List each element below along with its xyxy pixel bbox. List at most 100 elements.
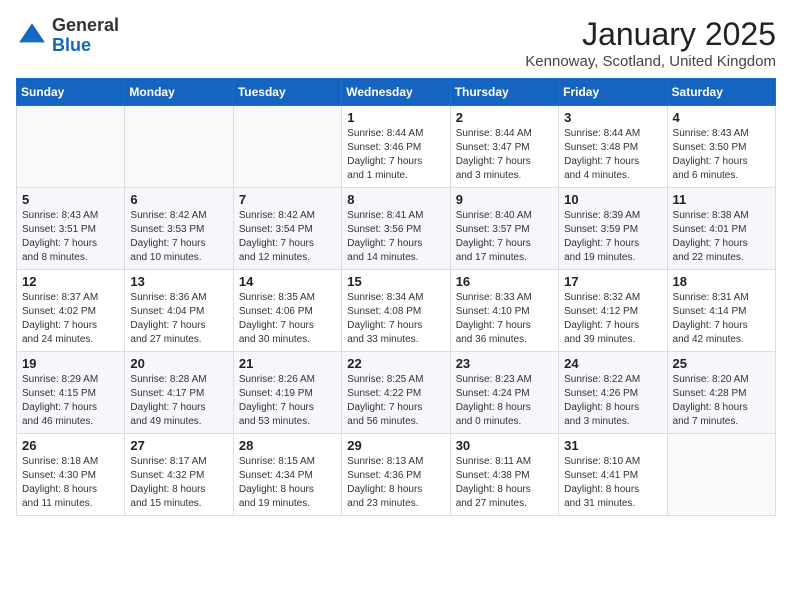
column-header-thursday: Thursday [450, 79, 558, 106]
column-header-sunday: Sunday [17, 79, 125, 106]
calendar-day-11: 11 Sunrise: 8:38 AM Sunset: 4:01 PM Dayli… [667, 188, 775, 270]
title-block: January 2025 Kennoway, Scotland, United … [525, 16, 776, 70]
day-number: 18 [673, 274, 770, 289]
day-number: 23 [456, 356, 553, 371]
day-info: Sunrise: 8:15 AM Sunset: 4:34 PM Dayligh… [239, 455, 336, 511]
day-info: Sunrise: 8:28 AM Sunset: 4:17 PM Dayligh… [130, 373, 227, 429]
day-number: 17 [564, 274, 661, 289]
calendar-week-row: 12 Sunrise: 8:37 AM Sunset: 4:02 PM Dayli… [17, 270, 776, 352]
calendar-day-28: 28 Sunrise: 8:15 AM Sunset: 4:34 PM Dayli… [233, 434, 341, 516]
day-number: 15 [347, 274, 444, 289]
logo-general-text: General [52, 15, 119, 35]
day-info: Sunrise: 8:10 AM Sunset: 4:41 PM Dayligh… [564, 455, 661, 511]
day-info: Sunrise: 8:25 AM Sunset: 4:22 PM Dayligh… [347, 373, 444, 429]
logo-blue-text: Blue [52, 35, 91, 55]
column-header-monday: Monday [125, 79, 233, 106]
calendar-day-27: 27 Sunrise: 8:17 AM Sunset: 4:32 PM Dayli… [125, 434, 233, 516]
calendar-week-row: 5 Sunrise: 8:43 AM Sunset: 3:51 PM Daylig… [17, 188, 776, 270]
calendar-day-3: 3 Sunrise: 8:44 AM Sunset: 3:48 PM Daylig… [559, 106, 667, 188]
day-number: 26 [22, 438, 119, 453]
day-info: Sunrise: 8:32 AM Sunset: 4:12 PM Dayligh… [564, 291, 661, 347]
day-info: Sunrise: 8:44 AM Sunset: 3:47 PM Dayligh… [456, 127, 553, 183]
day-number: 29 [347, 438, 444, 453]
day-number: 31 [564, 438, 661, 453]
day-number: 6 [130, 192, 227, 207]
day-info: Sunrise: 8:43 AM Sunset: 3:51 PM Dayligh… [22, 209, 119, 265]
calendar-day-21: 21 Sunrise: 8:26 AM Sunset: 4:19 PM Dayli… [233, 352, 341, 434]
day-number: 22 [347, 356, 444, 371]
day-number: 20 [130, 356, 227, 371]
calendar-day-29: 29 Sunrise: 8:13 AM Sunset: 4:36 PM Dayli… [342, 434, 450, 516]
day-number: 11 [673, 192, 770, 207]
day-number: 9 [456, 192, 553, 207]
calendar-day-7: 7Sunrise: 8:42 AM Sunset: 3:54 PM Daylig… [233, 188, 341, 270]
day-number: 16 [456, 274, 553, 289]
column-header-tuesday: Tuesday [233, 79, 341, 106]
day-info: Sunrise: 8:44 AM Sunset: 3:48 PM Dayligh… [564, 127, 661, 183]
day-info: Sunrise: 8:33 AM Sunset: 4:10 PM Dayligh… [456, 291, 553, 347]
page-header: General Blue January 2025 Kennoway, Scot… [16, 16, 776, 70]
day-info: Sunrise: 8:31 AM Sunset: 4:14 PM Dayligh… [673, 291, 770, 347]
calendar-day-25: 25Sunrise: 8:20 AM Sunset: 4:28 PM Dayli… [667, 352, 775, 434]
calendar-day-24: 24 Sunrise: 8:22 AM Sunset: 4:26 PM Dayli… [559, 352, 667, 434]
day-number: 4 [673, 110, 770, 125]
day-number: 3 [564, 110, 661, 125]
day-number: 13 [130, 274, 227, 289]
day-number: 21 [239, 356, 336, 371]
month-title: January 2025 [525, 16, 776, 53]
calendar-day-20: 20 Sunrise: 8:28 AM Sunset: 4:17 PM Dayli… [125, 352, 233, 434]
column-header-saturday: Saturday [667, 79, 775, 106]
day-info: Sunrise: 8:34 AM Sunset: 4:08 PM Dayligh… [347, 291, 444, 347]
calendar-day-12: 12 Sunrise: 8:37 AM Sunset: 4:02 PM Dayli… [17, 270, 125, 352]
day-number: 8 [347, 192, 444, 207]
calendar-day-4: 4 Sunrise: 8:43 AM Sunset: 3:50 PM Daylig… [667, 106, 775, 188]
day-info: Sunrise: 8:37 AM Sunset: 4:02 PM Dayligh… [22, 291, 119, 347]
day-number: 12 [22, 274, 119, 289]
day-info: Sunrise: 8:35 AM Sunset: 4:06 PM Dayligh… [239, 291, 336, 347]
day-info: Sunrise: 8:23 AM Sunset: 4:24 PM Dayligh… [456, 373, 553, 429]
calendar-day-23: 23 Sunrise: 8:23 AM Sunset: 4:24 PM Dayli… [450, 352, 558, 434]
calendar-day-31: 31 Sunrise: 8:10 AM Sunset: 4:41 PM Dayli… [559, 434, 667, 516]
calendar-day-14: 14Sunrise: 8:35 AM Sunset: 4:06 PM Dayli… [233, 270, 341, 352]
day-info: Sunrise: 8:41 AM Sunset: 3:56 PM Dayligh… [347, 209, 444, 265]
calendar-week-row: 1 Sunrise: 8:44 AM Sunset: 3:46 PM Daylig… [17, 106, 776, 188]
day-info: Sunrise: 8:36 AM Sunset: 4:04 PM Dayligh… [130, 291, 227, 347]
calendar-header-row: SundayMondayTuesdayWednesdayThursdayFrid… [17, 79, 776, 106]
calendar-day-2: 2Sunrise: 8:44 AM Sunset: 3:47 PM Daylig… [450, 106, 558, 188]
day-info: Sunrise: 8:13 AM Sunset: 4:36 PM Dayligh… [347, 455, 444, 511]
calendar-day-16: 16 Sunrise: 8:33 AM Sunset: 4:10 PM Dayli… [450, 270, 558, 352]
calendar-day-9: 9Sunrise: 8:40 AM Sunset: 3:57 PM Daylig… [450, 188, 558, 270]
calendar-day-30: 30 Sunrise: 8:11 AM Sunset: 4:38 PM Dayli… [450, 434, 558, 516]
calendar-day-18: 18 Sunrise: 8:31 AM Sunset: 4:14 PM Dayli… [667, 270, 775, 352]
day-number: 28 [239, 438, 336, 453]
logo-text: General Blue [52, 16, 119, 56]
calendar-day-10: 10Sunrise: 8:39 AM Sunset: 3:59 PM Dayli… [559, 188, 667, 270]
day-number: 24 [564, 356, 661, 371]
day-info: Sunrise: 8:38 AM Sunset: 4:01 PM Dayligh… [673, 209, 770, 265]
day-info: Sunrise: 8:43 AM Sunset: 3:50 PM Dayligh… [673, 127, 770, 183]
day-number: 5 [22, 192, 119, 207]
location-text: Kennoway, Scotland, United Kingdom [525, 53, 776, 70]
calendar-empty-cell [17, 106, 125, 188]
day-info: Sunrise: 8:11 AM Sunset: 4:38 PM Dayligh… [456, 455, 553, 511]
day-info: Sunrise: 8:26 AM Sunset: 4:19 PM Dayligh… [239, 373, 336, 429]
calendar-day-15: 15 Sunrise: 8:34 AM Sunset: 4:08 PM Dayli… [342, 270, 450, 352]
calendar-day-5: 5 Sunrise: 8:43 AM Sunset: 3:51 PM Daylig… [17, 188, 125, 270]
calendar-day-26: 26 Sunrise: 8:18 AM Sunset: 4:30 PM Dayli… [17, 434, 125, 516]
day-number: 19 [22, 356, 119, 371]
day-info: Sunrise: 8:29 AM Sunset: 4:15 PM Dayligh… [22, 373, 119, 429]
day-info: Sunrise: 8:17 AM Sunset: 4:32 PM Dayligh… [130, 455, 227, 511]
day-number: 30 [456, 438, 553, 453]
calendar-day-19: 19 Sunrise: 8:29 AM Sunset: 4:15 PM Dayli… [17, 352, 125, 434]
day-info: Sunrise: 8:18 AM Sunset: 4:30 PM Dayligh… [22, 455, 119, 511]
day-number: 10 [564, 192, 661, 207]
day-number: 1 [347, 110, 444, 125]
day-info: Sunrise: 8:44 AM Sunset: 3:46 PM Dayligh… [347, 127, 444, 183]
logo-icon [16, 20, 48, 52]
calendar-day-22: 22 Sunrise: 8:25 AM Sunset: 4:22 PM Dayli… [342, 352, 450, 434]
day-info: Sunrise: 8:22 AM Sunset: 4:26 PM Dayligh… [564, 373, 661, 429]
calendar-empty-cell [667, 434, 775, 516]
day-number: 27 [130, 438, 227, 453]
day-info: Sunrise: 8:42 AM Sunset: 3:54 PM Dayligh… [239, 209, 336, 265]
calendar-day-6: 6Sunrise: 8:42 AM Sunset: 3:53 PM Daylig… [125, 188, 233, 270]
